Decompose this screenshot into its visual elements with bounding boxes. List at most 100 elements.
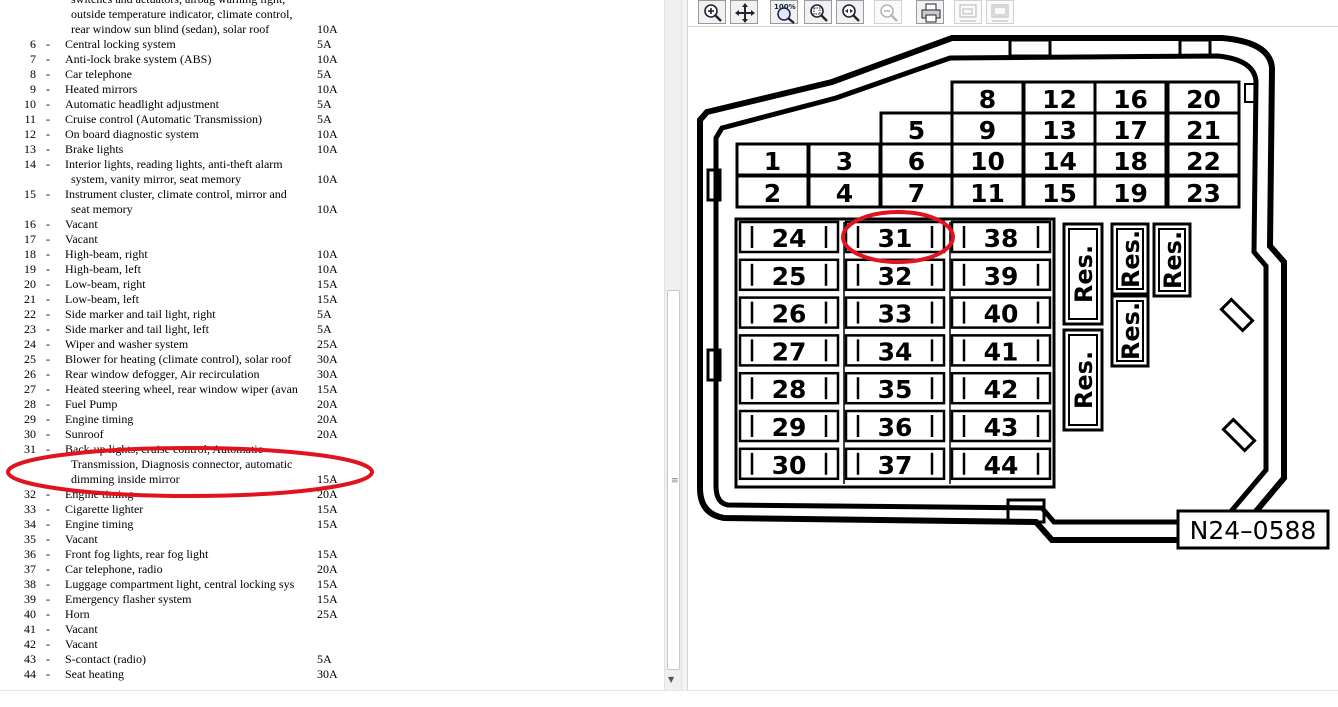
reserve-fuse-slot: Res. xyxy=(1110,222,1150,296)
fuse-slot: 9 xyxy=(950,111,1025,146)
fuse-number-label: 1 xyxy=(764,147,781,176)
zoom-in-button[interactable] xyxy=(698,0,726,24)
fuse-number-label: 33 xyxy=(878,300,913,329)
fuse-number-label: 35 xyxy=(878,375,913,404)
fuse-number-label: 6 xyxy=(908,147,925,176)
fuse-slot: 37 xyxy=(844,447,946,481)
fuse-slot: 15 xyxy=(1022,174,1097,209)
reserve-label: Res. xyxy=(1117,302,1145,360)
fuse-number-label: 4 xyxy=(836,179,853,208)
grip-icon: ≡ xyxy=(671,476,679,486)
fuse-slot: 11 xyxy=(950,174,1025,209)
zoom-in-icon xyxy=(704,4,722,22)
scroll-down-arrow-icon[interactable]: ▼ xyxy=(668,675,674,684)
figure-id-box: N24–0588 xyxy=(1176,509,1330,550)
fuse-number-label: 12 xyxy=(1042,85,1077,114)
reserve-fuse-slot: Res. xyxy=(1062,222,1104,326)
fuse-slot: 38 xyxy=(950,220,1052,254)
vertical-scrollbar[interactable]: ≡ ▼ xyxy=(664,0,682,690)
highlight-ellipse-list xyxy=(6,446,374,498)
fuse-slot: 22 xyxy=(1166,142,1241,177)
fuse-list-pane[interactable]: switches and actuators, airbag warning l… xyxy=(0,0,664,690)
fuse-slot: 12 xyxy=(1022,80,1097,115)
scroll-thumb[interactable]: ≡ xyxy=(667,290,680,670)
fuse-number-label: 11 xyxy=(970,179,1005,208)
fuse-slot: 41 xyxy=(950,334,1052,367)
fuse-slot: 21 xyxy=(1166,111,1241,146)
fuse-number-label: 14 xyxy=(1042,147,1077,176)
status-strip xyxy=(0,690,1338,707)
fuse-slot: 19 xyxy=(1093,174,1168,209)
fuse-number-label: 43 xyxy=(984,413,1019,442)
fuse-slot: 28 xyxy=(738,371,840,405)
fuse-number-label: 20 xyxy=(1186,85,1221,114)
fuse-box-diagram: 1234567891011121314151617181920212223 24… xyxy=(697,35,1330,550)
fuse-number-label: 19 xyxy=(1113,179,1148,208)
fuse-slot: 35 xyxy=(844,371,946,405)
reserve-fuse-block: Res. Res. Res. Res. Res. xyxy=(1062,222,1192,432)
fuse-slot: 33 xyxy=(844,296,946,329)
fuse-slot: 31 xyxy=(844,220,946,254)
copy-icon xyxy=(959,4,977,22)
fuse-slot: 40 xyxy=(950,296,1052,329)
fuse-slot: 26 xyxy=(738,296,840,329)
fuse-slot: 20 xyxy=(1166,80,1241,115)
zoom-area-button[interactable] xyxy=(804,0,832,24)
fuse-number-label: 7 xyxy=(908,179,925,208)
reserve-fuse-slot: Res. xyxy=(1062,328,1104,432)
fuse-slot: 24 xyxy=(738,220,840,254)
fuse-slot: 23 xyxy=(1166,174,1241,209)
printer-icon xyxy=(921,3,941,23)
fuse-slot: 25 xyxy=(738,258,840,292)
reserve-label: Res. xyxy=(1117,230,1145,288)
fuse-number-label: 15 xyxy=(1042,179,1077,208)
fuse-slot: 7 xyxy=(879,174,954,209)
fuse-slot: 2 xyxy=(735,174,810,209)
zoom-100-button[interactable]: 100% xyxy=(770,0,798,24)
fuse-slot: 39 xyxy=(950,258,1052,292)
toolbar: 100% xyxy=(688,0,1338,27)
reserve-label: Res. xyxy=(1159,231,1187,289)
fuse-slot: 3 xyxy=(807,142,882,177)
fuse-slot: 8 xyxy=(950,80,1025,115)
fuse-number-label: 2 xyxy=(764,179,781,208)
pan-icon xyxy=(735,3,755,23)
fuse-number-label: 10 xyxy=(970,147,1005,176)
fuse-number-label: 36 xyxy=(878,413,913,442)
fuse-number-label: 9 xyxy=(979,116,996,145)
zoom-100-label: 100% xyxy=(774,3,796,11)
fuse-slot: 43 xyxy=(950,409,1052,443)
fuse-slot: 5 xyxy=(879,111,954,146)
fuse-number-label: 5 xyxy=(908,116,925,145)
fuse-slot: 16 xyxy=(1093,80,1168,115)
copy-all-button[interactable] xyxy=(986,0,1014,24)
fuse-number-label: 32 xyxy=(878,262,913,291)
fuse-slot: 36 xyxy=(844,409,946,443)
zoom-fit-button[interactable] xyxy=(836,0,864,24)
fuse-number-label: 25 xyxy=(772,262,807,291)
print-button[interactable] xyxy=(916,0,944,24)
figure-id-label: N24–0588 xyxy=(1190,516,1317,545)
fuse-number-label: 23 xyxy=(1186,179,1221,208)
fuse-slot: 14 xyxy=(1022,142,1097,177)
fuse-slot: 13 xyxy=(1022,111,1097,146)
fuse-number-label: 38 xyxy=(984,224,1019,253)
fuse-number-label: 3 xyxy=(836,147,853,176)
fuse-number-label: 17 xyxy=(1113,116,1148,145)
zoom-out-button[interactable] xyxy=(874,0,902,24)
fuse-number-label: 39 xyxy=(984,262,1019,291)
fuse-number-label: 30 xyxy=(772,451,807,480)
fuse-slot: 1 xyxy=(735,142,810,177)
reserve-fuse-slot: Res. xyxy=(1110,294,1150,368)
fuse-slot: 34 xyxy=(844,334,946,367)
fuse-number-label: 8 xyxy=(979,85,996,114)
fuse-number-label: 22 xyxy=(1186,147,1221,176)
copy-button[interactable] xyxy=(954,0,982,24)
fuse-number-label: 16 xyxy=(1113,85,1148,114)
reserve-label: Res. xyxy=(1070,351,1098,409)
pan-button[interactable] xyxy=(730,0,758,24)
fuse-slot: 4 xyxy=(807,174,882,209)
zoom-100-icon: 100% xyxy=(774,3,796,24)
fuse-number-label: 18 xyxy=(1113,147,1148,176)
fuse-number-label: 27 xyxy=(772,337,807,366)
